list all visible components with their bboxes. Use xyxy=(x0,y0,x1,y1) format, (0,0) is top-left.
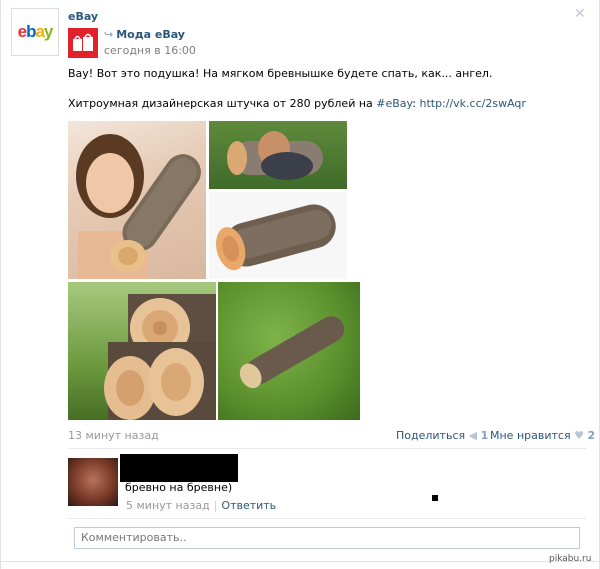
shopping-bags-icon xyxy=(73,33,93,51)
heart-icon: ♥ xyxy=(574,429,584,442)
redacted-commenter-name xyxy=(120,454,238,482)
post-text-line2: Хитроумная дизайнерская штучка от 280 ру… xyxy=(68,97,526,110)
photo-log-pillows-stack[interactable] xyxy=(68,282,216,420)
post-time[interactable]: 13 минут назад xyxy=(68,429,159,442)
bottom-border xyxy=(0,561,600,562)
repost-source[interactable]: ↪ Мода eBay xyxy=(104,28,185,41)
ebay-logo: ebay xyxy=(17,22,54,41)
post-url-link[interactable]: http://vk.cc/2swAqr xyxy=(419,97,525,110)
comment-text: бревно на бревне) xyxy=(125,481,233,494)
photo-log-pillow-lawn[interactable] xyxy=(218,282,360,420)
author-name[interactable]: eBay xyxy=(68,10,98,23)
repost-avatar[interactable] xyxy=(68,28,98,58)
commenter-avatar[interactable] xyxy=(68,458,118,506)
like-button[interactable]: Мне нравится ♥ 2 xyxy=(490,429,595,442)
photo-woman-log-pillow[interactable] xyxy=(68,121,206,279)
repost-time: сегодня в 16:00 xyxy=(104,44,196,57)
divider xyxy=(68,518,586,519)
watermark: pikabu.ru xyxy=(549,554,592,564)
photo-log-pillow-white[interactable] xyxy=(209,192,347,279)
divider xyxy=(68,448,586,449)
megaphone-icon: ◀ xyxy=(468,429,478,442)
share-button[interactable]: Поделиться ◀ 1 xyxy=(396,429,488,442)
comment-time[interactable]: 5 минут назад xyxy=(126,499,210,512)
hashtag-link[interactable]: #eBay xyxy=(376,97,412,110)
comment-meta: 5 минут назад | Ответить xyxy=(126,499,277,512)
post-text-line1: Вау! Вот это подушка! На мягком бревнышк… xyxy=(68,67,493,80)
comment-input[interactable]: Комментировать.. xyxy=(74,527,580,549)
close-icon[interactable]: ✕ xyxy=(574,6,586,22)
repost-arrow-icon: ↪ xyxy=(104,28,114,41)
reply-button[interactable]: Ответить xyxy=(221,499,276,512)
photo-girl-log-pillow-grass[interactable] xyxy=(209,121,347,189)
author-avatar[interactable]: ebay xyxy=(11,8,59,56)
black-dot xyxy=(432,495,438,501)
